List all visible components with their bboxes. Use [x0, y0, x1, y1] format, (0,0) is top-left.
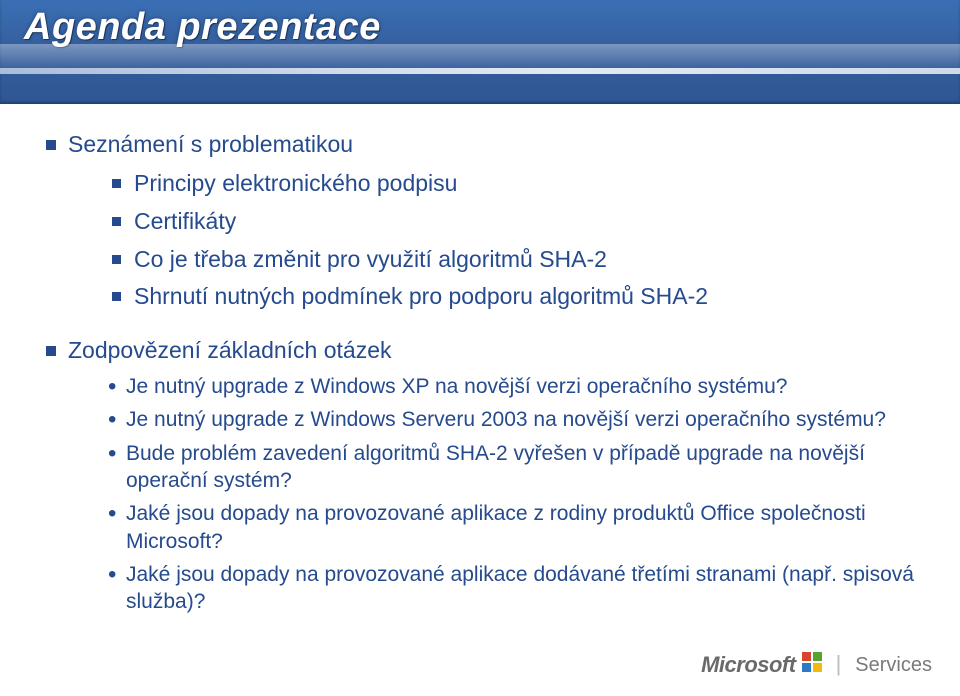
presentation-slide: Agenda prezentace Seznámení s problemati…: [0, 0, 960, 696]
footer-logo: Microsoft | Services: [701, 651, 932, 678]
bullet-lvl2: Co je třeba změnit pro využití algoritmů…: [108, 245, 920, 275]
bullet-text: Seznámení s problematikou: [68, 131, 353, 157]
bullet-lvl3: Jaké jsou dopady na provozované aplikace…: [106, 561, 920, 616]
product-name: Services: [855, 654, 932, 678]
bullet-text: Zodpovězení základních otázek: [68, 337, 391, 363]
bullet-text: Bude problém zavedení algoritmů SHA-2 vy…: [126, 442, 865, 492]
sub-bullet-list: Principy elektronického podpisu Certifik…: [108, 169, 920, 313]
bullet-lvl3: Je nutný upgrade z Windows Serveru 2003 …: [106, 406, 920, 433]
bullet-lvl2: Principy elektronického podpisu: [108, 169, 920, 199]
tile-blue: [802, 663, 811, 672]
bullet-lvl2: Shrnutí nutných podmínek pro podporu alg…: [108, 282, 920, 312]
spacer: [40, 322, 920, 336]
bullet-lvl3: Jaké jsou dopady na provozované aplikace…: [106, 500, 920, 555]
tile-red: [802, 652, 811, 661]
logo-divider: |: [834, 651, 844, 678]
microsoft-logo: Microsoft: [701, 652, 822, 678]
slide-header: Agenda prezentace: [0, 0, 960, 104]
bullet-lvl2: Certifikáty: [108, 207, 920, 237]
bullet-text: Je nutný upgrade z Windows XP na novější…: [126, 375, 787, 398]
microsoft-tiles-icon: [802, 652, 822, 672]
bullet-text: Jaké jsou dopady na provozované aplikace…: [126, 502, 866, 552]
bullet-lvl1: Zodpovězení základních otázek Je nutný u…: [40, 336, 920, 615]
tile-green: [813, 652, 822, 661]
bullet-text: Shrnutí nutných podmínek pro podporu alg…: [134, 283, 708, 309]
bullet-lvl1: Seznámení s problematikou Principy elekt…: [40, 130, 920, 312]
bullet-text: Co je třeba změnit pro využití algoritmů…: [134, 246, 607, 272]
question-list: Je nutný upgrade z Windows XP na novější…: [106, 373, 920, 615]
bullet-lvl3: Je nutný upgrade z Windows XP na novější…: [106, 373, 920, 400]
bullet-list: Seznámení s problematikou Principy elekt…: [40, 130, 920, 312]
bullet-text: Principy elektronického podpisu: [134, 170, 457, 196]
slide-title: Agenda prezentace: [24, 6, 381, 49]
bullet-text: Je nutný upgrade z Windows Serveru 2003 …: [126, 408, 886, 431]
header-separator: [0, 68, 960, 74]
bullet-text: Jaké jsou dopady na provozované aplikace…: [126, 563, 914, 613]
slide-content: Seznámení s problematikou Principy elekt…: [40, 130, 920, 625]
bullet-text: Certifikáty: [134, 208, 236, 234]
bullet-lvl3: Bude problém zavedení algoritmů SHA-2 vy…: [106, 440, 920, 495]
bullet-list: Zodpovězení základních otázek Je nutný u…: [40, 336, 920, 615]
brand-name: Microsoft: [701, 652, 796, 677]
tile-yellow: [813, 663, 822, 672]
